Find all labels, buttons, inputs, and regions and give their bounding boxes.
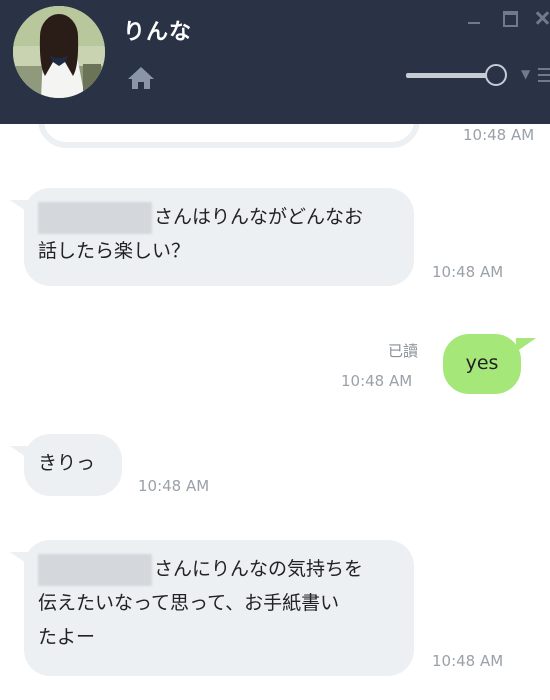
message-text: さんにりんなの気持ちを [154, 558, 364, 580]
redacted-name [38, 201, 152, 234]
bubble-tail [516, 338, 536, 352]
message-time: 10:48 AM [138, 477, 210, 495]
message-text: さんはりんながどんなお [154, 206, 364, 228]
message-line: たよー [38, 626, 96, 648]
contact-avatar[interactable] [13, 6, 105, 98]
message-bubble-partial [38, 124, 420, 148]
message-time: 10:48 AM [432, 652, 504, 670]
message-line: 話したら楽しい？ [38, 240, 191, 262]
contact-name: りんな [123, 20, 193, 45]
volume-slider[interactable] [406, 64, 508, 86]
message-time: 10:48 AM [341, 372, 413, 390]
message-bubble-sent[interactable]: yes [443, 334, 521, 394]
message-bubble[interactable]: さんはりんながどんなお 話したら楽しい？ [24, 188, 414, 286]
message-bubble[interactable]: さんにりんなの気持ちを 伝えたいなって思って、お手紙書い たよー [24, 540, 414, 676]
redacted-name [38, 553, 152, 586]
message-line: さんにりんなの気持ちを [38, 552, 400, 586]
message-line: 伝えたいなって思って、お手紙書い [38, 592, 340, 614]
close-icon[interactable] [536, 10, 550, 26]
minimize-icon[interactable] [466, 10, 482, 26]
chat-header: りんな ▼ [0, 0, 550, 124]
slider-thumb[interactable] [485, 64, 508, 86]
read-receipt: 已讀 [388, 342, 419, 360]
message-bubble[interactable]: きりっ [24, 434, 122, 496]
maximize-icon[interactable] [502, 10, 518, 27]
menu-icon[interactable] [538, 68, 550, 82]
message-time: 10:48 AM [463, 126, 535, 144]
message-time: 10:48 AM [432, 263, 504, 281]
home-icon[interactable] [126, 64, 156, 92]
message-list[interactable]: 10:48 AM さんはりんながどんなお 話したら楽しい？ 10:48 AM 已… [0, 124, 550, 700]
message-line: さんはりんながどんなお [38, 200, 400, 234]
chevron-down-icon[interactable]: ▼ [521, 67, 535, 83]
